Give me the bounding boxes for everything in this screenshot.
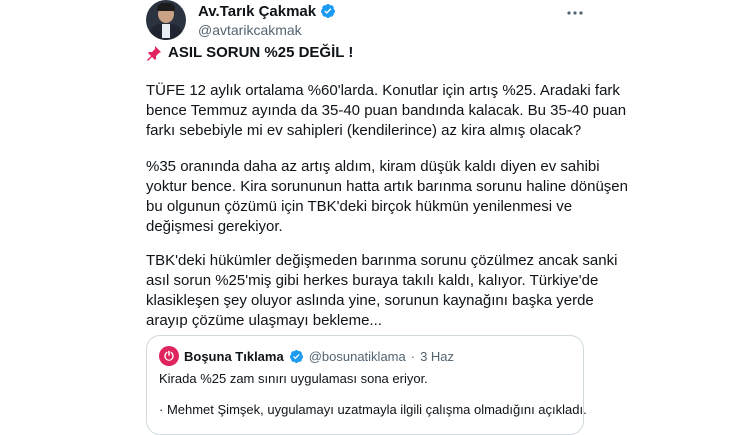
text-line: %35 oranında daha az artış aldım, kiram … [146, 158, 600, 175]
quoted-author-avatar-icon[interactable]: ⏻ [159, 346, 179, 366]
headline-text: ASIL SORUN %25 DEĞİL ! [168, 44, 354, 61]
quoted-tweet-date[interactable]: 3 Haz [420, 349, 454, 364]
text-line: TÜFE 12 aylık ortalama %60'larda. Konutl… [146, 82, 620, 99]
text-line: klasikleşen şey oluyor aslında yine, sor… [146, 292, 594, 309]
text-line: yoktur bence. Kira sorununun hatta artık… [146, 178, 628, 195]
text-line: asıl sorun %25'miş gibi herkes buraya ta… [146, 272, 599, 289]
text-line: değişmesi gerekiyor. [146, 218, 283, 235]
tweet-paragraph-2: %35 oranında daha az artış aldım, kiram … [146, 157, 628, 237]
quoted-author-name[interactable]: Boşuna Tıklama [184, 349, 284, 364]
pushpin-icon [147, 45, 161, 61]
text-line: farkı sebebiyle mi ev sahipleri (kendile… [146, 122, 582, 139]
quoted-tweet-line-1: Kirada %25 zam sınırı uygulaması sona er… [159, 371, 428, 386]
more-options-icon[interactable] [566, 4, 584, 22]
verified-badge-icon [289, 349, 303, 363]
tweet-headline: ASIL SORUN %25 DEĞİL ! [146, 44, 353, 61]
author-name[interactable]: Av.Tarık Çakmak [198, 3, 316, 20]
quoted-author-handle[interactable]: @bosunatiklama [309, 349, 406, 364]
text-line: arayıp çözüme ulaşmayı bekleme... [146, 312, 382, 329]
quoted-tweet[interactable]: ⏻ Boşuna Tıklama @bosunatiklama · 3 Haz … [146, 335, 587, 435]
tweet-paragraph-1: TÜFE 12 aylık ortalama %60'larda. Konutl… [146, 81, 627, 141]
meta-separator: · [410, 348, 416, 364]
text-line: bu olgunun çözümü için TBK'deki birçok h… [146, 198, 573, 215]
text-line: TBK'deki hükümler değişmeden barınma sor… [146, 252, 618, 269]
tweet: Av.Tarık Çakmak @avtarikcakmak ASIL SORU… [146, 0, 628, 435]
verified-badge-icon [321, 4, 336, 18]
quoted-tweet-header: ⏻ Boşuna Tıklama @bosunatiklama · 3 Haz [159, 346, 454, 366]
author-handle[interactable]: @avtarikcakmak [198, 22, 336, 38]
author-block[interactable]: Av.Tarık Çakmak @avtarikcakmak [198, 2, 336, 38]
author-avatar[interactable] [146, 0, 186, 40]
quoted-tweet-line-2: · Mehmet Şimşek, uygulamayı uzatmayla il… [159, 402, 587, 417]
tweet-paragraph-3: TBK'deki hükümler değişmeden barınma sor… [146, 251, 618, 331]
text-line: bence Temmuz ayında da 35-40 puan bandın… [146, 102, 627, 119]
